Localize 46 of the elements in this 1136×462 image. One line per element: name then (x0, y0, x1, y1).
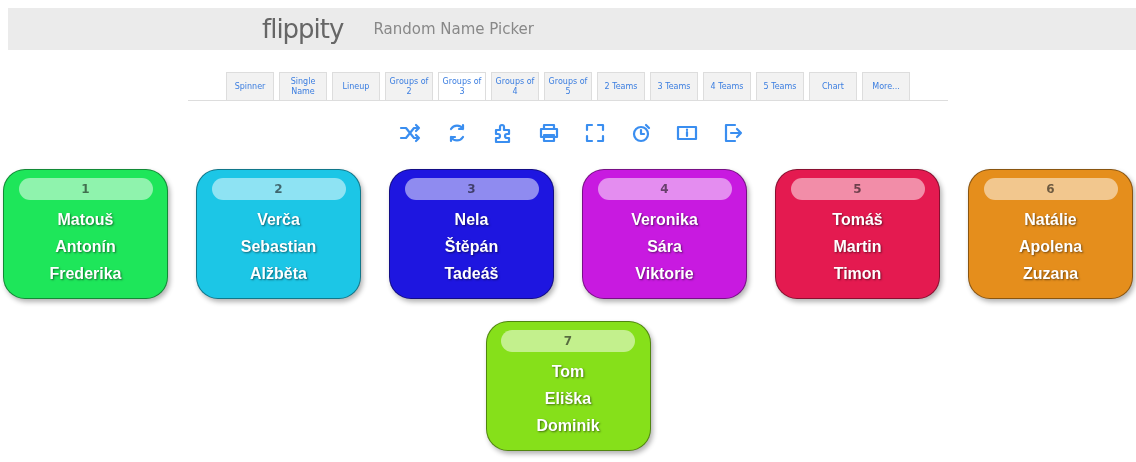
group-number: 7 (501, 330, 635, 352)
group-number: 6 (983, 178, 1118, 200)
group-number: 2 (211, 178, 346, 200)
group-number: 1 (18, 178, 153, 200)
student-name: Dominik (536, 416, 600, 436)
tab[interactable]: Chart (809, 72, 857, 100)
page-title: Random Name Picker (373, 20, 534, 38)
student-name: Tomáš (832, 210, 883, 230)
group-number: 5 (790, 178, 925, 200)
tab[interactable]: 5 Teams (756, 72, 804, 100)
tab[interactable]: Groups of 4 (491, 72, 539, 100)
logo[interactable]: flippity (262, 14, 344, 44)
tab[interactable]: 3 Teams (650, 72, 698, 100)
student-name: Antonín (55, 237, 116, 257)
tab[interactable]: More... (862, 72, 910, 100)
tab[interactable]: 4 Teams (703, 72, 751, 100)
fullscreen-icon[interactable] (583, 121, 607, 145)
student-name: Alžběta (250, 264, 307, 284)
shuffle-icon[interactable] (399, 121, 423, 145)
student-name: Tadeáš (444, 264, 499, 284)
student-name: Apolena (1018, 237, 1083, 257)
student-name: Natálie (1024, 210, 1077, 230)
tab[interactable]: Groups of 2 (385, 72, 433, 100)
student-name: Verča (257, 210, 300, 230)
student-name: Sára (647, 237, 682, 257)
group-number: 4 (597, 178, 732, 200)
student-name: Nela (454, 210, 489, 230)
tab[interactable]: Single Name (279, 72, 327, 100)
student-name: Frederika (49, 264, 122, 284)
student-name: Veronika (631, 210, 698, 230)
student-name: Sebastian (240, 237, 317, 257)
student-name: Tom (551, 362, 585, 382)
tab[interactable]: Lineup (332, 72, 380, 100)
student-name: Martin (833, 237, 882, 257)
student-name: Eliška (544, 389, 592, 409)
tab[interactable]: Groups of 3 (438, 72, 486, 100)
student-name: Matouš (57, 210, 114, 230)
student-name: Timon (833, 264, 882, 284)
tab[interactable]: 2 Teams (597, 72, 645, 100)
print-icon[interactable] (537, 121, 561, 145)
group-number: 3 (404, 178, 539, 200)
student-name: Zuzana (1022, 264, 1079, 284)
student-name: Viktorie (635, 264, 694, 284)
student-name: Štěpán (444, 236, 499, 257)
tab[interactable]: Spinner (226, 72, 274, 100)
tab[interactable]: Groups of 5 (544, 72, 592, 100)
